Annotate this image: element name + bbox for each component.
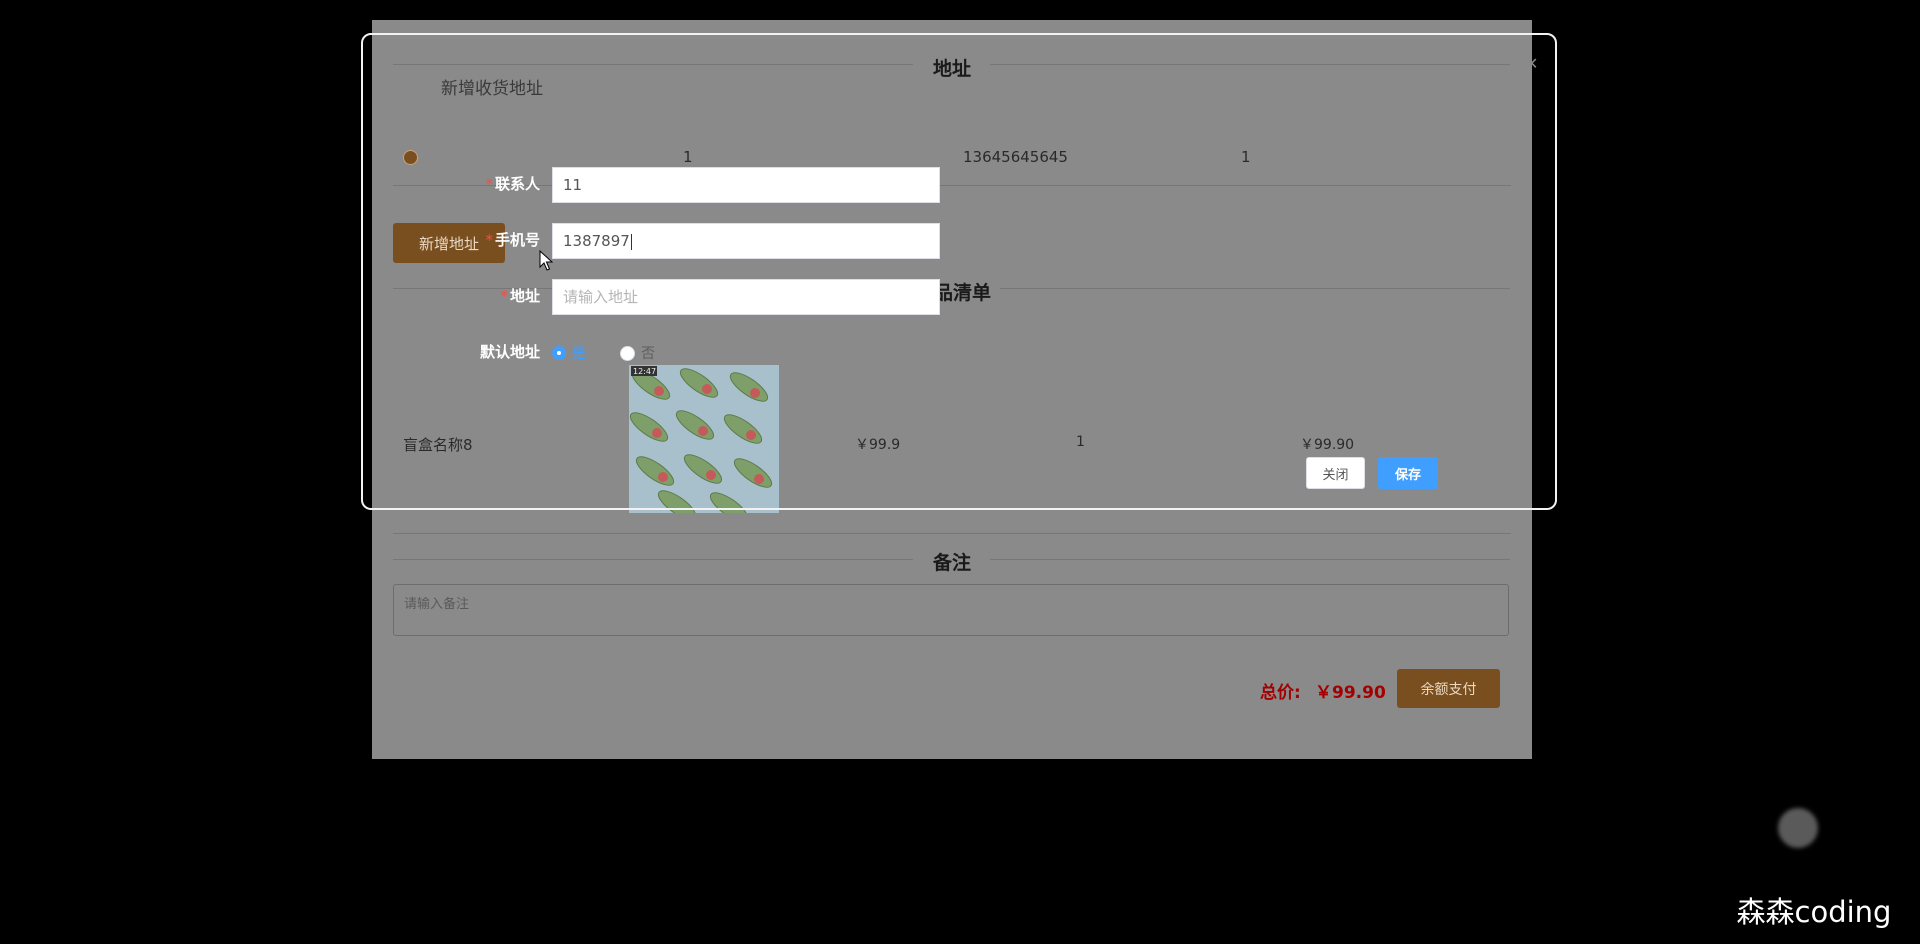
address-input[interactable]: 请输入地址 <box>552 279 940 315</box>
contact-input[interactable]: 11 <box>552 167 940 203</box>
remark-placeholder: 请输入备注 <box>404 597 470 612</box>
divider <box>990 559 1510 560</box>
default-address-label: 默认地址 <box>479 343 540 361</box>
radio-checked-icon <box>552 346 566 360</box>
radio-unchecked-icon <box>620 345 635 361</box>
default-yes-radio[interactable]: 是 <box>552 343 586 363</box>
row-divider <box>393 533 1511 534</box>
total-label: 总价: <box>1260 683 1301 703</box>
text-caret <box>630 233 632 250</box>
divider <box>393 559 913 560</box>
address-label: * 地址 <box>500 287 540 305</box>
remark-section-title: 备注 <box>933 552 972 574</box>
watermark: 森森coding <box>1724 893 1904 931</box>
total-value: ￥99.90 <box>1315 683 1386 703</box>
balance-pay-button[interactable]: 余额支付 <box>1397 669 1500 708</box>
close-button[interactable]: 关闭 <box>1306 457 1365 489</box>
floating-circle-icon <box>1778 808 1818 848</box>
save-button[interactable]: 保存 <box>1378 457 1438 489</box>
phone-input[interactable]: 1387897 <box>552 223 940 259</box>
phone-label: * 手机号 <box>485 231 540 249</box>
contact-label: * 联系人 <box>485 175 540 193</box>
default-no-radio[interactable]: 否 <box>620 343 655 363</box>
remark-textarea[interactable]: 请输入备注 <box>393 584 1509 636</box>
mouse-cursor-icon <box>539 250 553 271</box>
